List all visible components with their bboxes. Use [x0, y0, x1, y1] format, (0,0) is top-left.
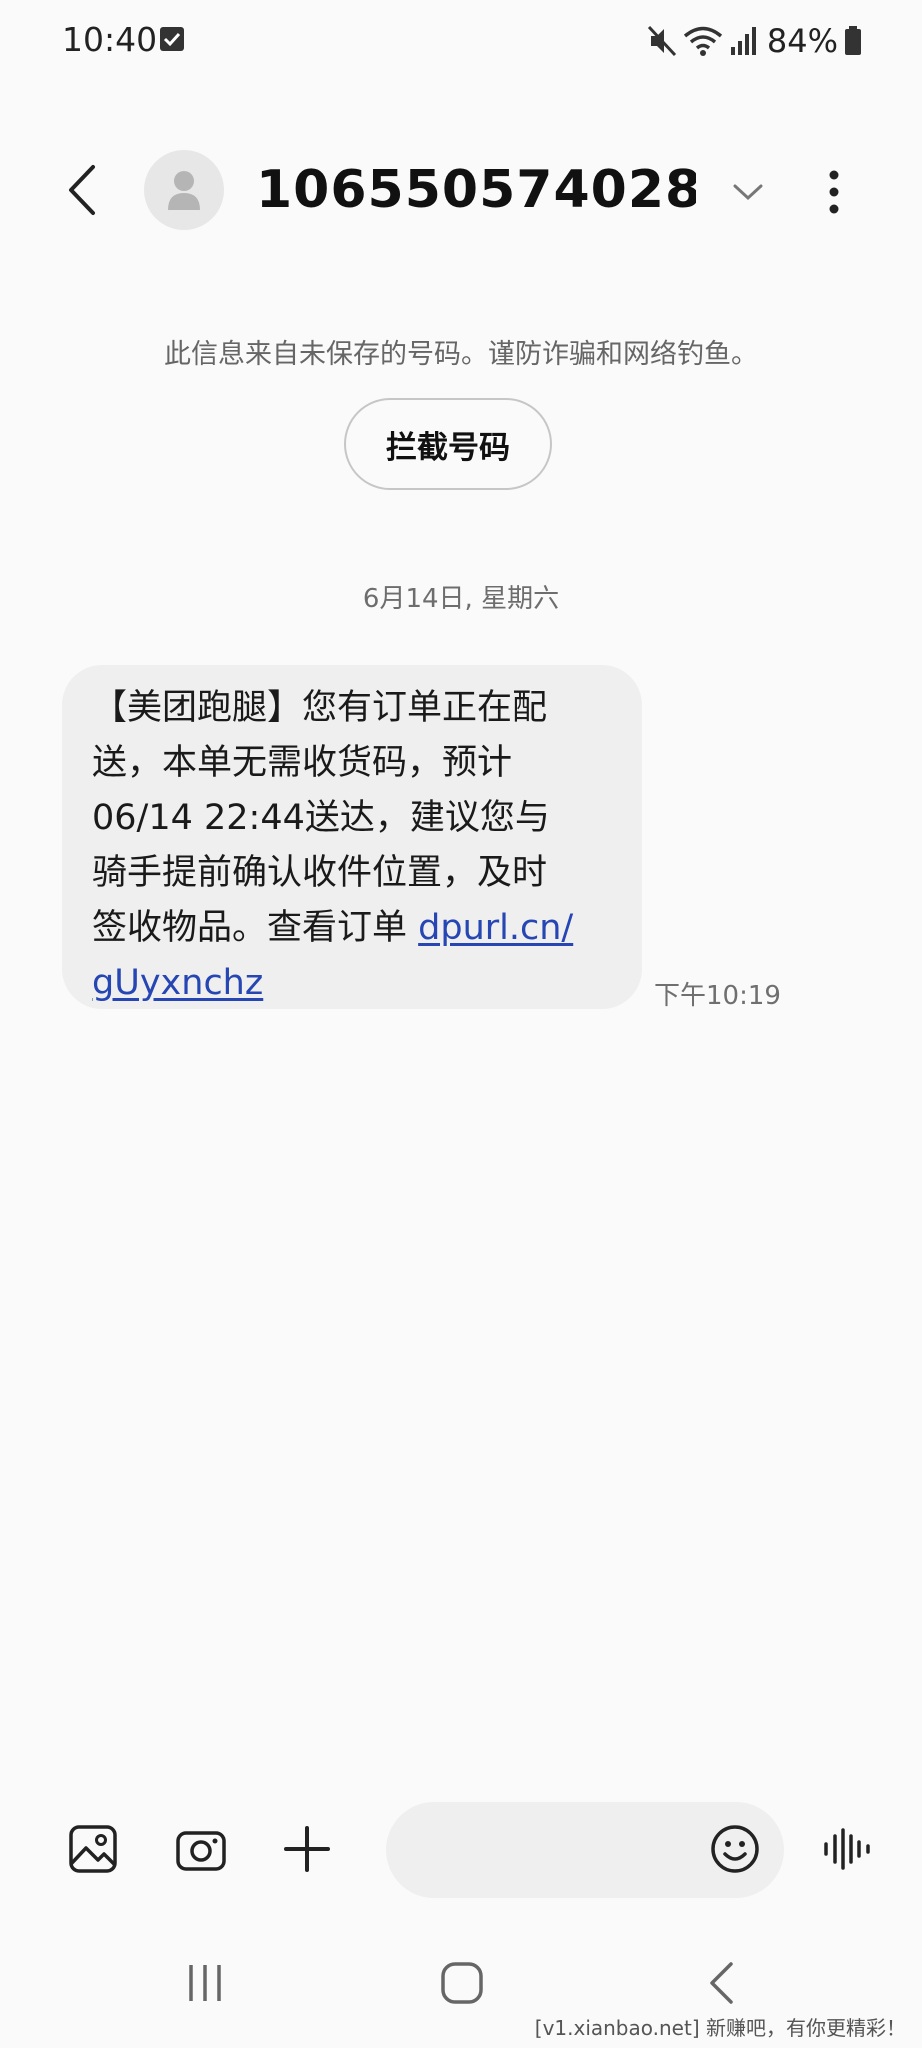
message-line: 送，本单无需收货码，预计 [92, 743, 513, 783]
message-bubble[interactable]: 【美团跑腿】您有订单正在配 送，本单无需收货码，预计 06/14 22:44送达… [62, 665, 642, 1009]
back-arrow-icon [69, 165, 95, 215]
watermark: [v1.xianbao.net] 新赚吧，有你更精彩！ [534, 2016, 906, 2040]
recent-apps-button[interactable] [170, 1953, 240, 2013]
message-line: 06/14 22:44送达，建议您与 [92, 798, 550, 838]
plus-icon [284, 1826, 330, 1872]
contact-number[interactable]: 1065505740280... [256, 160, 696, 220]
recent-apps-icon [189, 1965, 221, 2001]
order-link[interactable]: dpurl.cn/ [418, 908, 573, 948]
wifi-icon [683, 25, 723, 57]
battery-percent: 84% [766, 22, 838, 60]
add-attachment-button[interactable] [278, 1820, 336, 1878]
image-gallery-icon [69, 1825, 117, 1873]
chevron-down-icon [733, 184, 763, 201]
expand-contact-button[interactable] [728, 172, 768, 212]
camera-button[interactable] [172, 1820, 230, 1878]
person-icon [168, 171, 200, 210]
nav-back-icon [710, 1962, 733, 2004]
signal-icon [729, 26, 757, 56]
battery-icon [844, 26, 862, 56]
status-bar: 10:40 84% [0, 0, 922, 82]
message-line: 骑手提前确认收件位置，及时 [92, 853, 548, 893]
conversation-header: 1065505740280... [0, 140, 922, 240]
contact-avatar[interactable] [144, 150, 224, 230]
messages-screen: 10:40 84% 1065505740280... [0, 0, 922, 2048]
message-line: 【美团跑腿】您有订单正在配 [92, 688, 548, 728]
voice-input-button[interactable] [818, 1820, 876, 1878]
home-button[interactable] [427, 1953, 497, 2013]
gallery-button[interactable] [64, 1820, 122, 1878]
mute-icon [647, 25, 677, 57]
unsaved-number-warning: 此信息来自未保存的号码。谨防诈骗和网络钓鱼。 [164, 339, 758, 370]
voice-waveform-icon [824, 1828, 870, 1870]
block-number-button[interactable]: 拦截号码 [344, 398, 552, 490]
message-timestamp: 下午10:19 [654, 981, 781, 1011]
message-composer [0, 1800, 922, 1900]
status-icons: 84% [647, 18, 862, 64]
date-divider: 6月14日, 星期六 [362, 584, 560, 614]
order-link-continued[interactable]: gUyxnchz [92, 963, 263, 1003]
status-time: 10:40 [62, 20, 158, 59]
checkbox-notification-icon [159, 26, 185, 52]
emoji-icon [711, 1825, 759, 1873]
nav-back-button[interactable] [686, 1953, 756, 2013]
message-line: 签收物品。查看订单 [92, 908, 419, 948]
more-options-button[interactable] [814, 164, 854, 220]
back-button[interactable] [56, 162, 108, 218]
camera-icon [176, 1831, 226, 1871]
home-icon [441, 1962, 483, 2004]
emoji-button[interactable] [706, 1820, 764, 1878]
more-vertical-icon [829, 170, 839, 214]
